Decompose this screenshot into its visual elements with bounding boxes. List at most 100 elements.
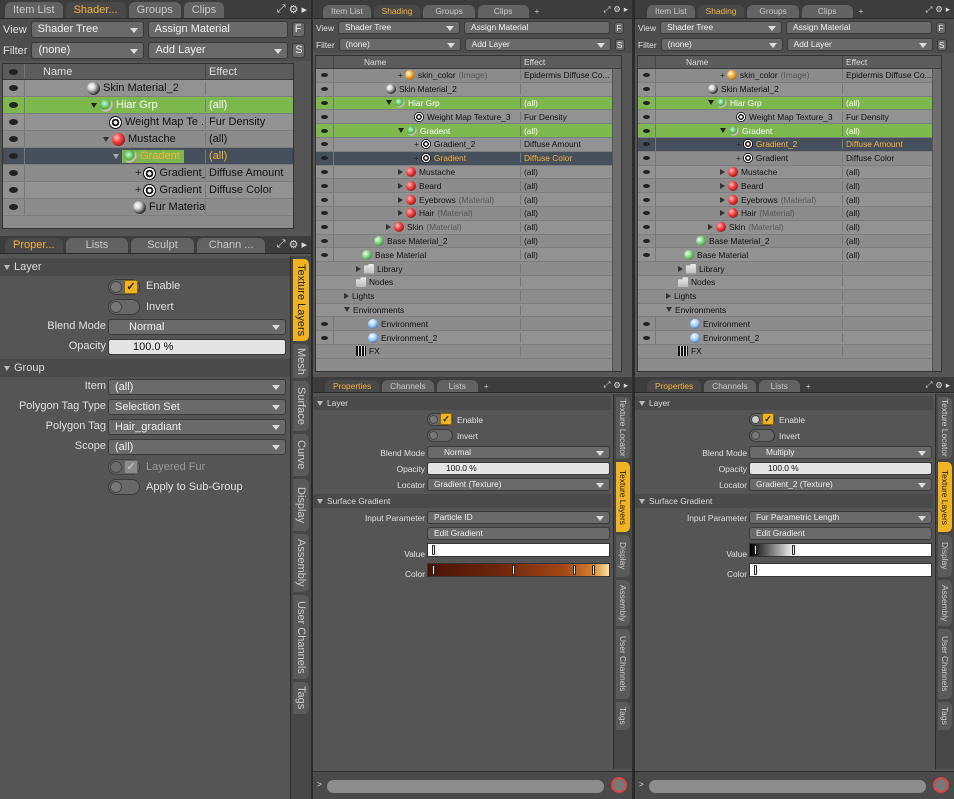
tab-channels[interactable]: Chann ... [196,238,266,253]
tab-item-list[interactable]: Item List [323,5,371,18]
add-layer-dropdown[interactable]: Add Layer [148,42,289,59]
tab-groups[interactable]: Groups [747,5,799,18]
expand-icon[interactable]: ⤢ [926,4,933,15]
visibility-icon[interactable] [316,110,334,124]
expand-plus-icon[interactable]: + [736,139,741,149]
side-tab-assembly[interactable]: Assembly [938,580,952,626]
side-tab-assembly[interactable]: Assembly [293,534,309,592]
tree-row[interactable]: Nodes [316,275,621,290]
tree-row[interactable]: Environments [316,303,621,318]
tree-scrollbar[interactable] [612,69,621,371]
gradient-key[interactable] [754,565,757,575]
tab-properties[interactable]: Proper... [5,238,63,253]
record-icon[interactable] [611,777,627,793]
side-tab-display[interactable]: Display [293,479,309,531]
visibility-icon[interactable] [316,248,334,262]
tree-row[interactable]: +Gradient_2Diffuse Amount [3,165,293,182]
blend-mode-dropdown[interactable]: Normal [108,319,286,335]
expand-arrow-icon[interactable] [666,293,671,300]
tree-row[interactable]: Eyebrows (Material) (all) [638,193,941,207]
blend-mode-dropdown[interactable]: Multiply [749,446,932,459]
s-button[interactable]: S [292,43,306,58]
tree-row[interactable]: Mustache (all) [316,165,621,180]
tab-lists[interactable]: Lists [758,380,800,392]
apply-sub-group-toggle[interactable] [108,479,140,495]
locator-dropdown[interactable]: Gradient (Texture) [427,478,610,491]
visibility-icon[interactable] [3,114,25,130]
side-tab-surface[interactable]: Surface [293,381,309,431]
tree-row[interactable]: Environment_2 [638,331,941,345]
tree-row[interactable]: Skin (Material) (all) [316,220,621,235]
visibility-icon[interactable] [316,220,334,234]
tab-lists[interactable]: Lists [65,238,129,253]
tree-row[interactable]: Gradent (all) [316,124,621,138]
visibility-icon[interactable] [638,179,656,193]
visibility-icon[interactable] [3,80,25,96]
expand-arrow-icon[interactable] [720,128,726,134]
gradient-key[interactable] [512,565,515,575]
opacity-field[interactable]: 100.0 % [427,462,610,475]
edit-gradient-button[interactable]: Edit Gradient [749,527,932,540]
view-dropdown[interactable]: Shader Tree [660,21,783,34]
s-button[interactable]: S [614,38,625,51]
expand-icon[interactable]: ⤢ [277,238,286,251]
expand-arrow-icon[interactable] [708,100,714,106]
add-layer-dropdown[interactable]: Add Layer [786,38,933,51]
tree-row[interactable]: FX [638,345,941,359]
effect-column-header[interactable]: Effect [206,64,293,79]
visibility-icon[interactable] [638,234,656,248]
tree-row[interactable]: Base Material (all) [316,248,621,263]
tree-row[interactable]: Fur Material_... [3,199,293,216]
surface-gradient-section-header[interactable]: Surface Gradient [313,494,611,508]
expand-arrow-icon[interactable] [356,265,361,272]
arrow-right-icon[interactable]: ▸ [301,3,307,16]
tree-row[interactable]: Weight Map Texture_3 Fur Density [638,110,941,125]
expand-icon[interactable]: ⤢ [926,379,933,390]
tab-sculpt[interactable]: Sculpt [131,238,194,253]
expand-arrow-icon[interactable] [666,307,672,313]
tree-row[interactable]: Nodes [638,275,941,290]
tab-lists[interactable]: Lists [436,380,478,392]
tree-row[interactable]: +Gradient_2Diffuse Amount [316,137,621,152]
tab-channels[interactable]: Channels [704,380,756,392]
tree-row[interactable]: Environment [638,317,941,332]
tree-row[interactable]: Library [638,262,941,276]
side-tab-texture-layers[interactable]: Texture Layers [616,462,630,532]
command-input[interactable] [649,780,926,793]
tree-row[interactable]: Gradent (all) [638,124,941,138]
visibility-icon[interactable] [316,96,334,110]
tree-row[interactable]: Mustache (all) [3,131,293,148]
filter-dropdown[interactable]: (none) [660,38,783,51]
tree-row[interactable]: Hiar Grp (all) [316,96,621,111]
visibility-icon[interactable] [638,206,656,220]
tree-row[interactable]: +Gradient_2Diffuse Amount [638,137,941,152]
tree-row[interactable]: Beard (all) [316,179,621,194]
tab-shading[interactable]: Shading [373,5,421,18]
side-tab-assembly[interactable]: Assembly [616,580,630,626]
polygon-tag-type-dropdown[interactable]: Selection Set [108,399,286,415]
effect-column-header[interactable]: Effect [521,56,621,68]
value-gradient-bar[interactable] [749,543,932,557]
expand-arrow-icon[interactable] [344,307,350,313]
tree-row[interactable]: Skin Material_2 [3,80,293,97]
layer-section-header[interactable]: Layer [0,258,290,276]
tree-row[interactable]: Eyebrows (Material) (all) [316,193,621,207]
visibility-icon[interactable] [316,206,334,220]
s-button[interactable]: S [936,38,947,51]
expand-arrow-icon[interactable] [720,168,725,175]
gear-icon[interactable]: ⚙ [613,380,621,390]
command-input[interactable] [327,780,604,793]
visibility-icon[interactable] [316,151,334,165]
tree-row[interactable]: Hair (Material) (all) [638,206,941,221]
visibility-icon[interactable] [638,248,656,262]
visibility-icon[interactable] [316,317,334,331]
visibility-icon[interactable] [638,331,656,345]
tree-row[interactable]: Hiar Grp (all) [638,96,941,111]
arrow-right-icon[interactable]: ▸ [624,4,628,14]
arrow-right-icon[interactable]: ▸ [624,380,628,390]
visibility-icon[interactable] [316,137,334,151]
enable-checkbox[interactable]: ✓ [124,280,138,294]
visibility-icon[interactable] [638,124,656,138]
effect-column-header[interactable]: Effect [843,56,941,68]
filter-dropdown[interactable]: (none) [31,42,145,59]
